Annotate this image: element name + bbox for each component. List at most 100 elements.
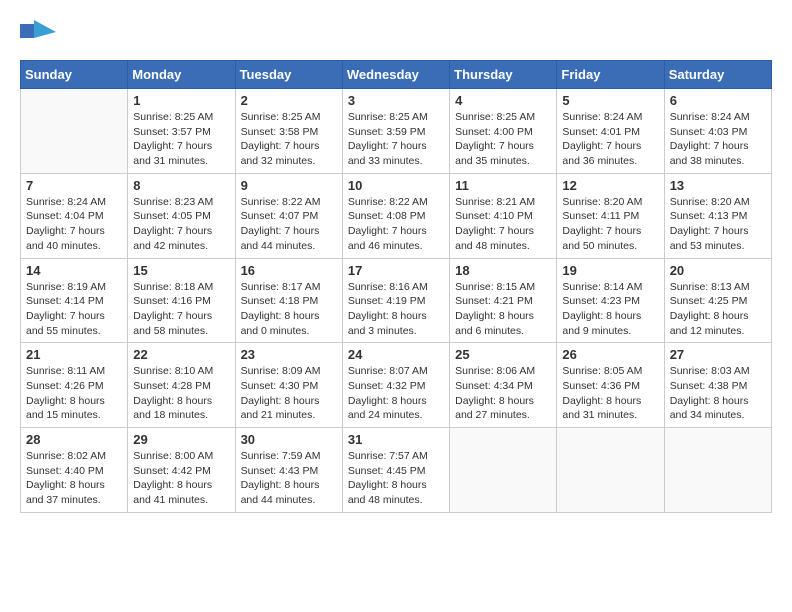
day-info: Sunrise: 8:07 AMSunset: 4:32 PMDaylight:… xyxy=(348,364,444,423)
day-cell: 31 Sunrise: 7:57 AMSunset: 4:45 PMDaylig… xyxy=(342,428,449,513)
week-row-5: 28 Sunrise: 8:02 AMSunset: 4:40 PMDaylig… xyxy=(21,428,772,513)
day-cell: 7 Sunrise: 8:24 AMSunset: 4:04 PMDayligh… xyxy=(21,173,128,258)
day-number: 11 xyxy=(455,178,551,193)
day-cell: 13 Sunrise: 8:20 AMSunset: 4:13 PMDaylig… xyxy=(664,173,771,258)
day-number: 25 xyxy=(455,347,551,362)
day-cell: 28 Sunrise: 8:02 AMSunset: 4:40 PMDaylig… xyxy=(21,428,128,513)
day-cell: 22 Sunrise: 8:10 AMSunset: 4:28 PMDaylig… xyxy=(128,343,235,428)
weekday-header-sunday: Sunday xyxy=(21,61,128,89)
day-number: 24 xyxy=(348,347,444,362)
day-cell: 25 Sunrise: 8:06 AMSunset: 4:34 PMDaylig… xyxy=(450,343,557,428)
day-cell xyxy=(450,428,557,513)
day-number: 20 xyxy=(670,263,766,278)
day-number: 23 xyxy=(241,347,337,362)
day-cell: 11 Sunrise: 8:21 AMSunset: 4:10 PMDaylig… xyxy=(450,173,557,258)
logo xyxy=(20,20,60,50)
day-cell: 27 Sunrise: 8:03 AMSunset: 4:38 PMDaylig… xyxy=(664,343,771,428)
day-number: 9 xyxy=(241,178,337,193)
day-cell xyxy=(664,428,771,513)
day-number: 22 xyxy=(133,347,229,362)
day-number: 2 xyxy=(241,93,337,108)
page-header xyxy=(20,20,772,50)
day-cell: 16 Sunrise: 8:17 AMSunset: 4:18 PMDaylig… xyxy=(235,258,342,343)
day-cell: 20 Sunrise: 8:13 AMSunset: 4:25 PMDaylig… xyxy=(664,258,771,343)
day-cell: 10 Sunrise: 8:22 AMSunset: 4:08 PMDaylig… xyxy=(342,173,449,258)
day-number: 6 xyxy=(670,93,766,108)
day-info: Sunrise: 8:09 AMSunset: 4:30 PMDaylight:… xyxy=(241,364,337,423)
day-info: Sunrise: 8:05 AMSunset: 4:36 PMDaylight:… xyxy=(562,364,658,423)
day-info: Sunrise: 8:11 AMSunset: 4:26 PMDaylight:… xyxy=(26,364,122,423)
day-cell: 18 Sunrise: 8:15 AMSunset: 4:21 PMDaylig… xyxy=(450,258,557,343)
day-info: Sunrise: 8:25 AMSunset: 3:58 PMDaylight:… xyxy=(241,110,337,169)
day-info: Sunrise: 8:19 AMSunset: 4:14 PMDaylight:… xyxy=(26,280,122,339)
day-number: 1 xyxy=(133,93,229,108)
day-number: 30 xyxy=(241,432,337,447)
day-cell: 8 Sunrise: 8:23 AMSunset: 4:05 PMDayligh… xyxy=(128,173,235,258)
day-number: 16 xyxy=(241,263,337,278)
day-number: 19 xyxy=(562,263,658,278)
day-info: Sunrise: 8:06 AMSunset: 4:34 PMDaylight:… xyxy=(455,364,551,423)
day-cell: 1 Sunrise: 8:25 AMSunset: 3:57 PMDayligh… xyxy=(128,89,235,174)
day-info: Sunrise: 8:25 AMSunset: 3:57 PMDaylight:… xyxy=(133,110,229,169)
day-info: Sunrise: 8:17 AMSunset: 4:18 PMDaylight:… xyxy=(241,280,337,339)
day-number: 29 xyxy=(133,432,229,447)
day-cell: 17 Sunrise: 8:16 AMSunset: 4:19 PMDaylig… xyxy=(342,258,449,343)
day-info: Sunrise: 8:20 AMSunset: 4:11 PMDaylight:… xyxy=(562,195,658,254)
week-row-2: 7 Sunrise: 8:24 AMSunset: 4:04 PMDayligh… xyxy=(21,173,772,258)
day-number: 3 xyxy=(348,93,444,108)
day-info: Sunrise: 7:57 AMSunset: 4:45 PMDaylight:… xyxy=(348,449,444,508)
day-cell: 14 Sunrise: 8:19 AMSunset: 4:14 PMDaylig… xyxy=(21,258,128,343)
day-info: Sunrise: 8:22 AMSunset: 4:08 PMDaylight:… xyxy=(348,195,444,254)
day-number: 14 xyxy=(26,263,122,278)
day-info: Sunrise: 8:03 AMSunset: 4:38 PMDaylight:… xyxy=(670,364,766,423)
day-number: 10 xyxy=(348,178,444,193)
day-info: Sunrise: 8:13 AMSunset: 4:25 PMDaylight:… xyxy=(670,280,766,339)
weekday-header-wednesday: Wednesday xyxy=(342,61,449,89)
week-row-1: 1 Sunrise: 8:25 AMSunset: 3:57 PMDayligh… xyxy=(21,89,772,174)
calendar-table: SundayMondayTuesdayWednesdayThursdayFrid… xyxy=(20,60,772,513)
day-info: Sunrise: 8:10 AMSunset: 4:28 PMDaylight:… xyxy=(133,364,229,423)
day-cell: 9 Sunrise: 8:22 AMSunset: 4:07 PMDayligh… xyxy=(235,173,342,258)
day-info: Sunrise: 8:20 AMSunset: 4:13 PMDaylight:… xyxy=(670,195,766,254)
day-info: Sunrise: 8:24 AMSunset: 4:04 PMDaylight:… xyxy=(26,195,122,254)
day-info: Sunrise: 8:00 AMSunset: 4:42 PMDaylight:… xyxy=(133,449,229,508)
day-number: 31 xyxy=(348,432,444,447)
day-cell: 4 Sunrise: 8:25 AMSunset: 4:00 PMDayligh… xyxy=(450,89,557,174)
day-number: 21 xyxy=(26,347,122,362)
day-number: 7 xyxy=(26,178,122,193)
weekday-header-tuesday: Tuesday xyxy=(235,61,342,89)
day-cell: 21 Sunrise: 8:11 AMSunset: 4:26 PMDaylig… xyxy=(21,343,128,428)
day-info: Sunrise: 7:59 AMSunset: 4:43 PMDaylight:… xyxy=(241,449,337,508)
logo-icon xyxy=(20,20,56,50)
day-cell: 19 Sunrise: 8:14 AMSunset: 4:23 PMDaylig… xyxy=(557,258,664,343)
weekday-header-thursday: Thursday xyxy=(450,61,557,89)
day-number: 27 xyxy=(670,347,766,362)
day-cell: 5 Sunrise: 8:24 AMSunset: 4:01 PMDayligh… xyxy=(557,89,664,174)
day-info: Sunrise: 8:24 AMSunset: 4:03 PMDaylight:… xyxy=(670,110,766,169)
day-info: Sunrise: 8:02 AMSunset: 4:40 PMDaylight:… xyxy=(26,449,122,508)
day-cell: 12 Sunrise: 8:20 AMSunset: 4:11 PMDaylig… xyxy=(557,173,664,258)
day-number: 26 xyxy=(562,347,658,362)
day-info: Sunrise: 8:25 AMSunset: 4:00 PMDaylight:… xyxy=(455,110,551,169)
day-number: 28 xyxy=(26,432,122,447)
day-cell: 3 Sunrise: 8:25 AMSunset: 3:59 PMDayligh… xyxy=(342,89,449,174)
day-info: Sunrise: 8:15 AMSunset: 4:21 PMDaylight:… xyxy=(455,280,551,339)
day-info: Sunrise: 8:25 AMSunset: 3:59 PMDaylight:… xyxy=(348,110,444,169)
day-number: 4 xyxy=(455,93,551,108)
day-info: Sunrise: 8:14 AMSunset: 4:23 PMDaylight:… xyxy=(562,280,658,339)
day-cell: 24 Sunrise: 8:07 AMSunset: 4:32 PMDaylig… xyxy=(342,343,449,428)
day-number: 15 xyxy=(133,263,229,278)
day-cell: 30 Sunrise: 7:59 AMSunset: 4:43 PMDaylig… xyxy=(235,428,342,513)
weekday-header-monday: Monday xyxy=(128,61,235,89)
day-number: 8 xyxy=(133,178,229,193)
day-info: Sunrise: 8:23 AMSunset: 4:05 PMDaylight:… xyxy=(133,195,229,254)
weekday-header-row: SundayMondayTuesdayWednesdayThursdayFrid… xyxy=(21,61,772,89)
day-number: 12 xyxy=(562,178,658,193)
day-info: Sunrise: 8:16 AMSunset: 4:19 PMDaylight:… xyxy=(348,280,444,339)
day-number: 13 xyxy=(670,178,766,193)
day-cell: 2 Sunrise: 8:25 AMSunset: 3:58 PMDayligh… xyxy=(235,89,342,174)
day-info: Sunrise: 8:21 AMSunset: 4:10 PMDaylight:… xyxy=(455,195,551,254)
day-cell: 26 Sunrise: 8:05 AMSunset: 4:36 PMDaylig… xyxy=(557,343,664,428)
day-info: Sunrise: 8:24 AMSunset: 4:01 PMDaylight:… xyxy=(562,110,658,169)
week-row-4: 21 Sunrise: 8:11 AMSunset: 4:26 PMDaylig… xyxy=(21,343,772,428)
